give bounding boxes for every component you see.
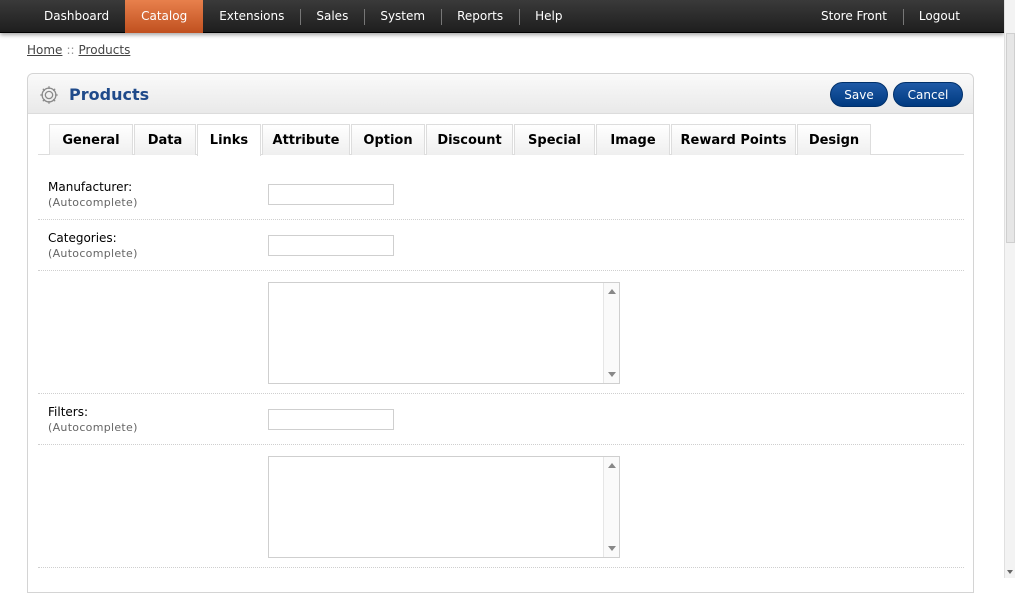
- categories-label: Categories: (Autocomplete): [48, 231, 138, 261]
- categories-list-row: [38, 272, 964, 394]
- page-scroll-down-icon[interactable]: [1007, 570, 1013, 574]
- tab-links[interactable]: Links: [197, 124, 261, 156]
- nav-left: Dashboard Catalog Extensions Sales Syste…: [28, 0, 578, 33]
- nav-extensions[interactable]: Extensions: [203, 0, 300, 33]
- tab-special[interactable]: Special: [514, 124, 595, 155]
- scroll-down-icon[interactable]: [608, 546, 616, 551]
- nav-logout[interactable]: Logout: [902, 0, 976, 33]
- nav-dashboard[interactable]: Dashboard: [28, 0, 125, 33]
- categories-hint: (Autocomplete): [48, 247, 138, 260]
- tab-bar: General Data Links Attribute Option Disc…: [38, 124, 964, 156]
- filters-label-text: Filters:: [48, 405, 89, 419]
- tab-reward-points[interactable]: Reward Points: [671, 124, 796, 155]
- nav-system[interactable]: System: [364, 0, 441, 33]
- page-title: Products: [69, 85, 150, 104]
- breadcrumb-home[interactable]: Home: [27, 43, 62, 57]
- manufacturer-label-text: Manufacturer:: [48, 180, 133, 194]
- filters-row: Filters: (Autocomplete): [38, 395, 964, 445]
- filters-input[interactable]: [268, 409, 394, 430]
- scroll-down-icon[interactable]: [608, 372, 616, 377]
- categories-input[interactable]: [268, 235, 394, 256]
- tab-data[interactable]: Data: [134, 124, 196, 155]
- tab-general[interactable]: General: [49, 124, 133, 155]
- breadcrumb: Home:: Products: [27, 43, 130, 57]
- manufacturer-input[interactable]: [268, 184, 394, 205]
- filters-label: Filters: (Autocomplete): [48, 405, 138, 435]
- nav-help[interactable]: Help: [519, 0, 578, 33]
- cancel-button[interactable]: Cancel: [893, 82, 963, 107]
- nav-catalog[interactable]: Catalog: [125, 0, 204, 33]
- gear-icon: [40, 86, 58, 104]
- nav-right: Store Front Logout: [805, 0, 976, 33]
- nav-sales[interactable]: Sales: [300, 0, 364, 33]
- panel-heading: Products Save Cancel: [28, 74, 973, 114]
- tab-design[interactable]: Design: [797, 124, 871, 155]
- products-panel: Products Save Cancel General Data Links …: [27, 73, 974, 593]
- filters-scrollbar[interactable]: [603, 457, 619, 557]
- manufacturer-row: Manufacturer: (Autocomplete): [38, 170, 964, 220]
- scroll-up-icon[interactable]: [608, 289, 616, 294]
- filters-hint: (Autocomplete): [48, 421, 138, 434]
- categories-scrollbox[interactable]: [268, 282, 620, 384]
- page-scrollbar[interactable]: [1004, 0, 1015, 578]
- breadcrumb-products[interactable]: Products: [79, 43, 131, 57]
- manufacturer-label: Manufacturer: (Autocomplete): [48, 180, 138, 210]
- filters-scrollbox[interactable]: [268, 456, 620, 558]
- tab-option[interactable]: Option: [351, 124, 425, 155]
- scroll-up-icon[interactable]: [608, 463, 616, 468]
- categories-scrollbar[interactable]: [603, 283, 619, 383]
- categories-row: Categories: (Autocomplete): [38, 221, 964, 271]
- page-scrollbar-thumb[interactable]: [1006, 33, 1015, 243]
- manufacturer-hint: (Autocomplete): [48, 196, 138, 209]
- tab-image[interactable]: Image: [596, 124, 670, 155]
- save-button[interactable]: Save: [830, 82, 888, 107]
- categories-label-text: Categories:: [48, 231, 117, 245]
- tab-discount[interactable]: Discount: [426, 124, 513, 155]
- top-nav: Dashboard Catalog Extensions Sales Syste…: [0, 0, 1004, 33]
- nav-reports[interactable]: Reports: [441, 0, 519, 33]
- nav-store-front[interactable]: Store Front: [805, 0, 903, 33]
- filters-list-row: [38, 446, 964, 568]
- tab-attribute[interactable]: Attribute: [262, 124, 350, 155]
- breadcrumb-separator: ::: [66, 43, 75, 57]
